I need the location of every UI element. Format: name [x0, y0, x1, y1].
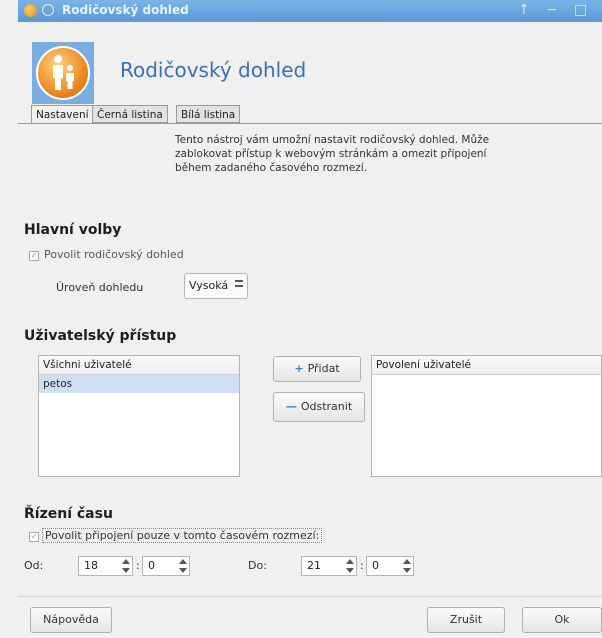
- app-icon: [24, 4, 37, 17]
- spin-arrows-icon[interactable]: [346, 558, 354, 574]
- plus-icon: +: [294, 362, 304, 375]
- enable-parental-control-label: Povolit rodičovský dohled: [44, 248, 184, 261]
- parental-control-window: Rodičovský dohled ↑ − □ Rodičovský dohle…: [0, 0, 602, 638]
- keep-above-icon[interactable]: ↑: [518, 2, 530, 18]
- enable-time-limit-label: Povolit připojení pouze v tomto časovém …: [42, 528, 323, 543]
- title-bar[interactable]: Rodičovský dohled ↑ − □: [18, 0, 602, 22]
- from-hour-value: 18: [84, 559, 98, 572]
- allowed-users-list[interactable]: Povolení uživatelé: [371, 355, 602, 477]
- description-text: Tento nástroj vám umožní nastavit rodičo…: [175, 134, 490, 174]
- time-separator: :: [360, 559, 364, 572]
- level-select[interactable]: Vysoká: [184, 273, 248, 299]
- tab-pane-border: [18, 123, 602, 124]
- remove-user-label: Odstranit: [300, 400, 353, 413]
- to-label: Do:: [248, 559, 267, 572]
- spin-arrows-icon[interactable]: [122, 558, 130, 574]
- tab-blacklist[interactable]: Černá listina: [92, 105, 168, 123]
- to-hour-value: 21: [307, 559, 321, 572]
- tab-whitelist[interactable]: Bílá listina: [176, 105, 241, 123]
- page-title: Rodičovský dohled: [120, 58, 307, 82]
- to-hour-spinbox[interactable]: 21: [301, 556, 357, 576]
- user-access-heading: Uživatelský přístup: [24, 328, 177, 344]
- ok-button[interactable]: Ok: [522, 607, 602, 633]
- window-title: Rodičovský dohled: [62, 3, 189, 17]
- enable-parental-control-checkbox[interactable]: ✓: [29, 251, 39, 261]
- tab-settings[interactable]: Nastavení: [31, 105, 94, 124]
- minus-icon: —: [285, 400, 297, 413]
- chevron-down-icon: [235, 280, 243, 287]
- minimize-icon[interactable]: −: [546, 2, 558, 18]
- cancel-button[interactable]: Zrušit: [427, 607, 505, 633]
- family-parental-icon: [32, 42, 94, 104]
- from-minute-value: 0: [148, 559, 155, 572]
- spin-arrows-icon[interactable]: [179, 558, 187, 574]
- window-menu-icon[interactable]: [42, 4, 54, 16]
- help-button[interactable]: Nápověda: [30, 607, 112, 633]
- list-item[interactable]: petos: [39, 375, 239, 393]
- level-label: Úroveň dohledu: [56, 281, 144, 294]
- remove-user-button[interactable]: — Odstranit: [273, 392, 365, 422]
- time-separator: :: [136, 559, 140, 572]
- spin-arrows-icon[interactable]: [403, 558, 411, 574]
- all-users-header[interactable]: Všichni uživatelé: [39, 356, 239, 375]
- to-minute-spinbox[interactable]: 0: [366, 556, 414, 576]
- enable-time-limit-checkbox[interactable]: ✓: [29, 532, 39, 542]
- footer-divider: [18, 596, 602, 597]
- maximize-icon[interactable]: □: [574, 2, 587, 18]
- from-label: Od:: [24, 559, 44, 572]
- level-value: Vysoká: [189, 279, 229, 292]
- allowed-users-header[interactable]: Povolení uživatelé: [372, 356, 601, 375]
- from-minute-spinbox[interactable]: 0: [142, 556, 190, 576]
- main-options-heading: Hlavní volby: [24, 222, 122, 238]
- to-minute-value: 0: [372, 559, 379, 572]
- time-control-heading: Řízení času: [24, 506, 113, 522]
- add-user-button[interactable]: + Přidat: [273, 356, 361, 382]
- from-hour-spinbox[interactable]: 18: [78, 556, 133, 576]
- add-user-label: Přidat: [307, 362, 340, 375]
- all-users-list[interactable]: Všichni uživatelé petos: [38, 355, 240, 477]
